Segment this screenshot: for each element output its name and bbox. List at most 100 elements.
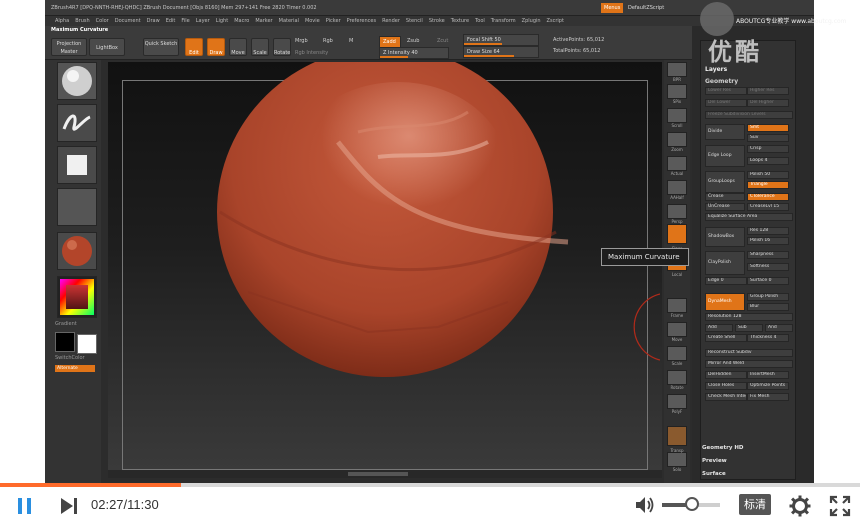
- fix-mesh-button[interactable]: Fix Mesh: [747, 393, 789, 401]
- material-preview-tile[interactable]: [57, 232, 97, 270]
- add-button[interactable]: Add: [705, 324, 733, 332]
- delhidden-button[interactable]: DelHidden: [705, 371, 747, 379]
- insertmesh-button[interactable]: InsertMesh: [747, 371, 789, 379]
- sub-button[interactable]: Sub: [735, 324, 763, 332]
- edge-slider[interactable]: Edge 0: [705, 277, 747, 285]
- lower-res-button[interactable]: Lower Res: [705, 87, 747, 95]
- group-polish-toggle[interactable]: Group Polish: [747, 293, 789, 301]
- scale-view-button[interactable]: [667, 346, 687, 361]
- volume-knob[interactable]: [685, 497, 699, 511]
- main-color-swatch[interactable]: [55, 332, 75, 352]
- persp-button[interactable]: [667, 180, 687, 195]
- local-button[interactable]: [667, 224, 687, 244]
- volume-icon[interactable]: [634, 494, 656, 516]
- layers-header[interactable]: Layers: [705, 66, 727, 73]
- menu-item-picker[interactable]: Picker: [326, 18, 341, 24]
- z-intensity-slider[interactable]: Z Intensity 40: [379, 47, 449, 59]
- zsub-button[interactable]: Zsub: [407, 38, 419, 44]
- ctolerance-slider[interactable]: CTolerance: [747, 193, 789, 201]
- mrgb-toggle[interactable]: Mrgb: [295, 38, 308, 44]
- actual-button[interactable]: [667, 156, 687, 171]
- alternate-button[interactable]: Alternate: [55, 365, 95, 372]
- zbrush-canvas[interactable]: [108, 62, 662, 470]
- thickness-slider[interactable]: Thickness 4: [747, 334, 789, 342]
- and-button[interactable]: And: [765, 324, 793, 332]
- floor-button[interactable]: [667, 204, 687, 219]
- rotate-view-button[interactable]: [667, 370, 687, 385]
- alpha-tile[interactable]: [57, 146, 97, 184]
- menu-item-zscript[interactable]: Zscript: [547, 18, 564, 24]
- crease-button[interactable]: Crease: [705, 193, 745, 201]
- move-button[interactable]: Move: [229, 38, 247, 56]
- optimize-points-button[interactable]: Optimize Points: [747, 382, 789, 390]
- quality-button[interactable]: 标清: [739, 494, 771, 515]
- menu-item-alpha[interactable]: Alpha: [55, 18, 69, 24]
- zcut-button[interactable]: Zcut: [437, 38, 448, 44]
- menu-item-preferences[interactable]: Preferences: [347, 18, 376, 24]
- edge-loop-button[interactable]: Edge Loop: [705, 145, 745, 167]
- bpr-button[interactable]: [667, 62, 687, 77]
- transp-button[interactable]: [667, 426, 687, 446]
- draw-size-slider[interactable]: Draw Size 64: [463, 46, 539, 58]
- menu-item-movie[interactable]: Movie: [305, 18, 320, 24]
- video-area[interactable]: ZBrush4R7 [DPQ-NNTH-RHEJ-QHDC] ZBrush Do…: [0, 0, 860, 483]
- canvas-scrollbar[interactable]: [108, 470, 662, 478]
- sharpness-slider[interactable]: Sharpness: [747, 251, 789, 259]
- higher-res-button[interactable]: Higher Res: [747, 87, 789, 95]
- crease-level-slider[interactable]: CreaseLvl 15: [747, 203, 789, 211]
- rgb-toggle[interactable]: Rgb: [323, 38, 333, 44]
- shadowbox-res-slider[interactable]: Res 128: [747, 227, 789, 235]
- scroll-button[interactable]: [667, 108, 687, 123]
- menu-item-texture[interactable]: Texture: [451, 18, 469, 24]
- rotate-button[interactable]: Rotate: [273, 38, 291, 56]
- shadowbox-polish-slider[interactable]: Polish 16: [747, 237, 789, 245]
- menu-item-zplugin[interactable]: Zplugin: [522, 18, 541, 24]
- menu-item-layer[interactable]: Layer: [196, 18, 210, 24]
- menu-item-marker[interactable]: Marker: [255, 18, 272, 24]
- menu-item-light[interactable]: Light: [216, 18, 228, 24]
- mirror-weld-button[interactable]: Mirror And Weld: [705, 360, 793, 368]
- preview-header[interactable]: Preview: [702, 458, 727, 464]
- shadowbox-button[interactable]: ShadowBox: [705, 227, 745, 247]
- equalize-surface-button[interactable]: Equalize Surface Area: [705, 213, 793, 221]
- claypolish-button[interactable]: ClayPolish: [705, 251, 745, 275]
- material-tile[interactable]: [57, 62, 97, 100]
- triangle-toggle[interactable]: Triangle: [747, 181, 789, 189]
- del-higher-button[interactable]: Del Higher: [747, 99, 789, 107]
- spix-button[interactable]: [667, 84, 687, 99]
- suv-toggle[interactable]: Suv: [747, 134, 789, 142]
- polish-slider[interactable]: Polish 50: [747, 171, 789, 179]
- surface-slider[interactable]: Surface 0: [747, 277, 789, 285]
- create-shell-button[interactable]: Create Shell: [705, 334, 747, 342]
- menu-item-stencil[interactable]: Stencil: [406, 18, 423, 24]
- next-icon[interactable]: [58, 496, 80, 516]
- m-toggle[interactable]: M: [349, 38, 353, 44]
- menu-item-color[interactable]: Color: [96, 18, 109, 24]
- smt-toggle[interactable]: Smt: [747, 124, 789, 132]
- frame-button[interactable]: [667, 298, 687, 313]
- resolution-slider[interactable]: Resolution 128: [705, 313, 793, 321]
- lightbox-button[interactable]: LightBox: [89, 38, 125, 56]
- menu-item-draw[interactable]: Draw: [147, 18, 160, 24]
- divide-button[interactable]: Divide: [705, 124, 745, 140]
- menu-item-render[interactable]: Render: [382, 18, 400, 24]
- menu-item-tool[interactable]: Tool: [475, 18, 485, 24]
- draw-button[interactable]: Draw: [207, 38, 225, 56]
- menu-item-macro[interactable]: Macro: [234, 18, 249, 24]
- grouploops-button[interactable]: GroupLoops: [705, 171, 745, 193]
- dynamesh-button[interactable]: DynaMesh: [705, 293, 745, 311]
- brush-tile[interactable]: [57, 104, 97, 142]
- softness-slider[interactable]: Softness: [747, 263, 789, 271]
- color-picker[interactable]: [57, 276, 97, 318]
- menu-item-brush[interactable]: Brush: [75, 18, 89, 24]
- gear-icon[interactable]: [789, 495, 811, 517]
- switch-color-label[interactable]: SwitchColor: [55, 355, 85, 361]
- geometry-header[interactable]: Geometry: [705, 78, 738, 85]
- rgb-intensity-slider[interactable]: Rgb Intensity: [295, 50, 328, 56]
- check-mesh-button[interactable]: Check Mesh Integrity: [705, 393, 747, 401]
- menu-item-file[interactable]: File: [181, 18, 189, 24]
- crisp-toggle[interactable]: Crisp: [747, 145, 789, 153]
- geometry-hd-header[interactable]: Geometry HD: [702, 445, 744, 451]
- menu-item-document[interactable]: Document: [115, 18, 141, 24]
- menu-item-transform[interactable]: Transform: [491, 18, 516, 24]
